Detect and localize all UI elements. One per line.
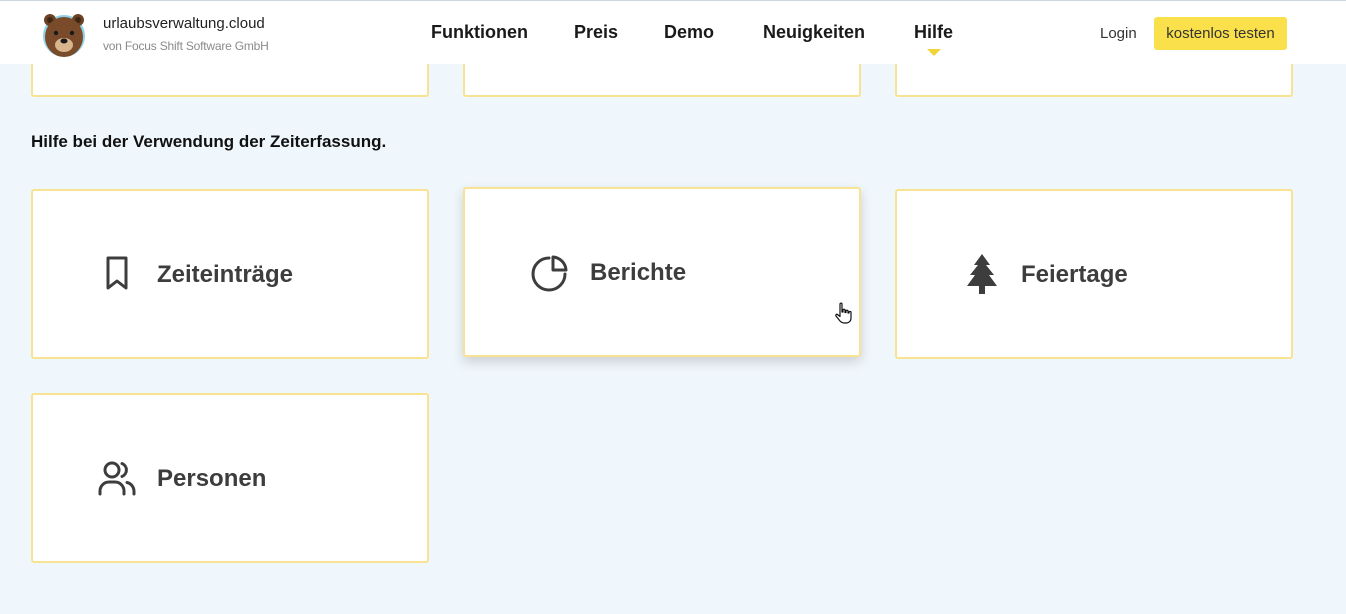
nav-funktionen[interactable]: Funktionen	[431, 22, 528, 43]
card-personen[interactable]: Personen	[31, 393, 429, 563]
card-title: Feiertage	[1021, 261, 1128, 288]
card-title: Zeiteinträge	[157, 261, 294, 288]
nav-demo[interactable]: Demo	[664, 22, 714, 43]
login-link[interactable]: Login	[1100, 25, 1137, 42]
active-nav-indicator	[927, 49, 941, 56]
brand-subtitle: von Focus Shift Software GmbH	[103, 39, 269, 53]
card-title: Berichte	[590, 259, 687, 286]
card-title: Personen	[157, 465, 267, 492]
bear-logo-icon[interactable]	[40, 10, 88, 58]
pie-chart-icon	[529, 254, 569, 294]
card-feiertage[interactable]: Feiertage	[895, 189, 1293, 359]
nav-hilfe[interactable]: Hilfe	[914, 22, 953, 43]
brand-name[interactable]: urlaubsverwaltung.cloud	[103, 15, 265, 32]
hand-cursor-icon	[834, 302, 854, 326]
card-zeiteintraege[interactable]: Zeiteinträge	[31, 189, 429, 359]
site-header: urlaubsverwaltung.cloud von Focus Shift …	[0, 1, 1346, 64]
section-heading: Hilfe bei der Verwendung der Zeiterfassu…	[31, 132, 387, 151]
tree-icon	[964, 253, 1004, 294]
users-icon	[97, 458, 137, 498]
bookmark-icon	[97, 254, 137, 294]
free-trial-button[interactable]: kostenlos testen	[1154, 17, 1287, 50]
nav-neuigkeiten[interactable]: Neuigkeiten	[763, 22, 865, 43]
nav-preis[interactable]: Preis	[574, 22, 618, 43]
card-berichte[interactable]: Berichte	[463, 187, 861, 357]
